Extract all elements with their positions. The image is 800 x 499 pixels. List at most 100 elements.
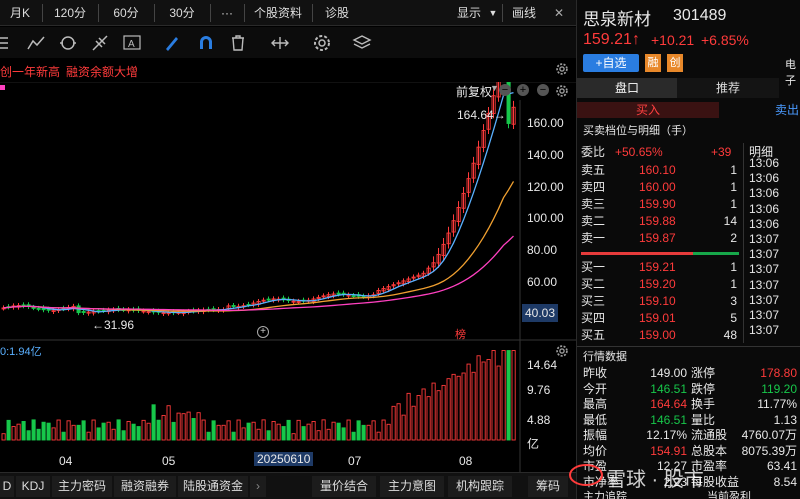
volume-bar bbox=[476, 355, 481, 441]
gear-icon[interactable] bbox=[312, 33, 332, 53]
pen-tool-icon[interactable] bbox=[162, 33, 182, 53]
candle[interactable] bbox=[81, 311, 86, 313]
x-axis-label: 07 bbox=[348, 454, 362, 468]
volume-bar bbox=[331, 421, 336, 441]
chevron-right-icon[interactable]: › bbox=[250, 476, 266, 497]
menu-icon[interactable] bbox=[0, 33, 20, 53]
period-month-k[interactable]: 月K bbox=[0, 0, 40, 26]
bid-price[interactable]: 159.21 bbox=[639, 259, 676, 276]
ask-price[interactable]: 159.90 bbox=[639, 196, 676, 213]
ask-price[interactable]: 160.00 bbox=[639, 179, 676, 196]
tab-institution-tracking[interactable]: 机构跟踪 bbox=[448, 476, 512, 497]
quote-value: 63.41 bbox=[766, 459, 797, 473]
quote-value: 119.20 bbox=[761, 381, 797, 396]
bid-price[interactable]: 159.00 bbox=[639, 327, 676, 344]
volume-label: 0:1.94亿 bbox=[0, 346, 42, 358]
line-tool-icon[interactable] bbox=[26, 33, 46, 53]
volume-bar bbox=[76, 424, 81, 441]
display-menu-button[interactable]: 显示 bbox=[452, 0, 486, 26]
volume-bar bbox=[316, 430, 321, 441]
tab-indicator-kdj[interactable]: KDJ bbox=[16, 476, 50, 497]
volume-bar bbox=[1, 433, 6, 441]
circle-tool-icon[interactable] bbox=[58, 33, 78, 53]
footer-label[interactable]: 主力追踪 bbox=[583, 488, 627, 499]
tab-recommend[interactable]: 推荐 bbox=[677, 78, 779, 98]
gem-board-tag[interactable]: 创 bbox=[667, 54, 683, 72]
tab-indicator-margin[interactable]: 融资融券 bbox=[114, 476, 176, 497]
rank-badge[interactable]: 榜 bbox=[455, 326, 466, 342]
tab-stock-diagnosis[interactable]: 诊股 bbox=[314, 0, 360, 26]
fork-tool-icon[interactable] bbox=[90, 33, 110, 53]
period-120min[interactable]: 120分 bbox=[44, 0, 96, 26]
volume-bar bbox=[86, 431, 91, 441]
footer-label-2[interactable]: 当前盈利 bbox=[707, 488, 751, 499]
add-watchlist-button[interactable]: +自选 bbox=[583, 54, 639, 72]
horizontal-move-icon[interactable] bbox=[270, 33, 290, 53]
candle[interactable] bbox=[336, 292, 341, 295]
zoom-out-icon[interactable]: − bbox=[499, 84, 511, 96]
tab-indicator-main-force[interactable]: 主力密码 bbox=[52, 476, 112, 497]
minimize-icon[interactable]: − bbox=[537, 84, 549, 96]
volume-bar bbox=[351, 431, 356, 441]
candle[interactable] bbox=[351, 295, 356, 297]
quote-value: 1.13 bbox=[773, 412, 797, 427]
candle[interactable] bbox=[31, 306, 36, 309]
chevron-down-icon[interactable]: ▼ bbox=[486, 0, 500, 26]
volume-bar bbox=[91, 419, 96, 441]
period-60min[interactable]: 60分 bbox=[100, 0, 152, 26]
tab-main-intention[interactable]: 主力意图 bbox=[380, 476, 444, 497]
volume-bar bbox=[191, 418, 196, 441]
candle[interactable] bbox=[266, 298, 271, 301]
price-tick: 120.00 bbox=[527, 180, 564, 194]
sell-button[interactable]: 卖出 bbox=[723, 102, 800, 118]
tab-indicator-northbound[interactable]: 陆股通资金 bbox=[178, 476, 248, 497]
tab-order-book[interactable]: 盘口 bbox=[577, 78, 677, 98]
signal-new-high[interactable]: 创一年新高 bbox=[0, 63, 60, 80]
more-periods-button[interactable]: ··· bbox=[212, 0, 242, 26]
margin-tag[interactable]: 融 bbox=[645, 54, 661, 72]
gear-icon[interactable] bbox=[555, 84, 569, 98]
gear-icon[interactable] bbox=[555, 62, 569, 76]
kline-chart-area[interactable]: 前复权 ▼ − + − 160.00 140.00 120.00 100.00 … bbox=[0, 82, 576, 472]
volume-bar bbox=[56, 419, 61, 441]
magnet-icon[interactable] bbox=[196, 33, 216, 53]
trash-icon[interactable] bbox=[228, 33, 248, 53]
buy-button[interactable]: 买入 bbox=[577, 102, 719, 118]
volume-bar bbox=[361, 424, 366, 441]
add-indicator-icon[interactable]: + bbox=[257, 326, 269, 338]
layers-icon[interactable] bbox=[352, 33, 372, 53]
bid-price[interactable]: 159.01 bbox=[639, 310, 676, 327]
tab-indicator-d[interactable]: D bbox=[0, 476, 14, 497]
weibi-diff: +39 bbox=[711, 145, 732, 159]
volume-tick: 9.76 bbox=[527, 383, 551, 397]
text-tool-icon[interactable]: A bbox=[122, 33, 142, 53]
zoom-in-icon[interactable]: + bbox=[517, 84, 529, 96]
period-30min[interactable]: 30分 bbox=[156, 0, 208, 26]
tab-volume-price[interactable]: 量价结合 bbox=[312, 476, 376, 497]
ask-price[interactable]: 160.10 bbox=[639, 162, 676, 179]
bid-price[interactable]: 159.20 bbox=[639, 276, 676, 293]
ask-price[interactable]: 159.88 bbox=[639, 213, 676, 230]
candle[interactable] bbox=[36, 307, 41, 310]
candle[interactable] bbox=[231, 305, 236, 307]
quote-label: 市盈率 bbox=[691, 459, 728, 473]
volume-bar bbox=[306, 423, 311, 441]
kline-chart[interactable] bbox=[0, 82, 576, 472]
volume-bar bbox=[496, 365, 501, 441]
volume-bar bbox=[61, 431, 66, 441]
volume-tick: 14.64 bbox=[527, 358, 558, 372]
gear-icon[interactable] bbox=[555, 344, 569, 358]
quote-value: 8075.39万 bbox=[741, 443, 797, 458]
volume-bar bbox=[461, 372, 466, 441]
bid-price[interactable]: 159.10 bbox=[639, 293, 676, 310]
signal-margin-increase[interactable]: 融资余额大增 bbox=[66, 63, 138, 80]
tab-chip-distribution[interactable]: 筹码 bbox=[528, 476, 568, 497]
ask-price[interactable]: 159.87 bbox=[639, 230, 676, 247]
close-icon[interactable]: ✕ bbox=[546, 0, 572, 26]
industry-tag[interactable]: 电子 bbox=[785, 56, 800, 88]
chevron-down-icon[interactable]: ▼ bbox=[490, 83, 499, 93]
tab-stock-profile[interactable]: 个股资料 bbox=[246, 0, 310, 26]
draw-line-button[interactable]: 画线 bbox=[506, 0, 542, 26]
high-price-marker: 164.64→ bbox=[457, 108, 506, 122]
adjust-mode-label[interactable]: 前复权 bbox=[456, 83, 492, 100]
